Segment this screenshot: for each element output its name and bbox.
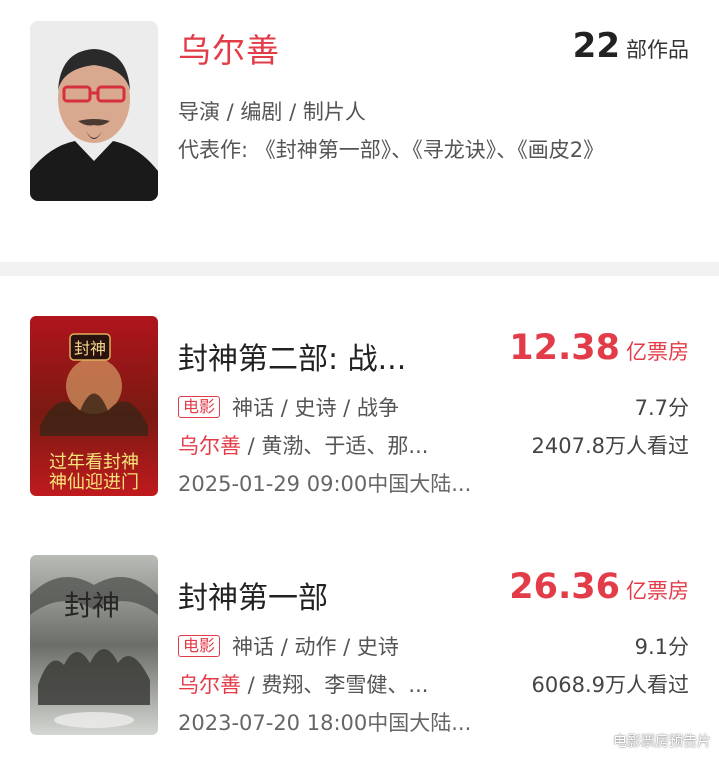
- watermark: 电影票房预告片: [613, 734, 711, 750]
- poster-slogan-1: 过年看封神: [49, 452, 139, 473]
- movie-poster[interactable]: 封神 过年看封神 神仙迎进门: [30, 316, 158, 496]
- poster-slogan-2: 神仙迎进门: [49, 472, 139, 493]
- section-divider: [0, 262, 719, 276]
- director-name[interactable]: 乌尔善: [178, 24, 280, 72]
- poster-logo: 封神: [74, 339, 106, 358]
- boxoffice-value: 26.36: [509, 567, 620, 607]
- movie-release: 2025-01-29 09:00中国大陆...: [178, 472, 472, 496]
- movie-release: 2023-07-20 18:00中国大陆...: [178, 711, 472, 735]
- works-count: 22: [572, 26, 620, 66]
- movie-score: 7.7分: [634, 396, 689, 420]
- representative-works: 代表作: 《封神第一部》、《寻龙诀》、《画皮2》: [178, 138, 605, 162]
- movie-views: 2407.8万人看过: [531, 434, 689, 458]
- movie-views: 6068.9万人看过: [531, 673, 689, 697]
- boxoffice-unit: 亿票房: [626, 579, 689, 603]
- movie-title[interactable]: 封神第二部: 战...: [178, 334, 406, 378]
- movie-cast: / 费翔、李雪健、...: [241, 673, 429, 697]
- movie-score: 9.1分: [634, 635, 689, 659]
- director-roles: 导演 / 编剧 / 制片人: [178, 100, 366, 124]
- movie-type-tag: 电影: [178, 396, 221, 418]
- director-profile[interactable]: 乌尔善 22 部作品 导演 / 编剧 / 制片人 代表作: 《封神第一部》、《寻…: [0, 0, 719, 262]
- boxoffice: 26.36 亿票房: [509, 567, 689, 607]
- boxoffice-value: 12.38: [509, 328, 620, 368]
- works-count-link[interactable]: 22 部作品: [573, 26, 689, 66]
- works-label: 部作品: [626, 38, 689, 62]
- movie-type-tag: 电影: [178, 635, 221, 657]
- poster-image: 封神: [30, 555, 158, 735]
- movie-director[interactable]: 乌尔善: [178, 434, 241, 458]
- poster-logo: 封神: [64, 589, 120, 622]
- movie-title[interactable]: 封神第一部: [178, 573, 328, 617]
- movie-poster[interactable]: 封神: [30, 555, 158, 735]
- movie-card[interactable]: 封神 过年看封神 神仙迎进门 封神第二部: 战... 12.38 亿票房 电影 …: [0, 316, 719, 506]
- boxoffice: 12.38 亿票房: [509, 328, 689, 368]
- movie-genres: 神话 / 动作 / 史诗: [232, 635, 399, 659]
- movie-director[interactable]: 乌尔善: [178, 673, 241, 697]
- movie-card[interactable]: 封神 封神第一部 26.36 亿票房 电影 神话 / 动作 / 史诗 9.1分 …: [0, 555, 719, 745]
- movie-cast: / 黄渤、于适、那...: [241, 434, 429, 458]
- avatar-image: [30, 21, 158, 201]
- movie-genres: 神话 / 史诗 / 战争: [232, 396, 399, 420]
- boxoffice-unit: 亿票房: [626, 340, 689, 364]
- poster-image: 封神 过年看封神 神仙迎进门: [30, 316, 158, 496]
- avatar[interactable]: [30, 21, 158, 201]
